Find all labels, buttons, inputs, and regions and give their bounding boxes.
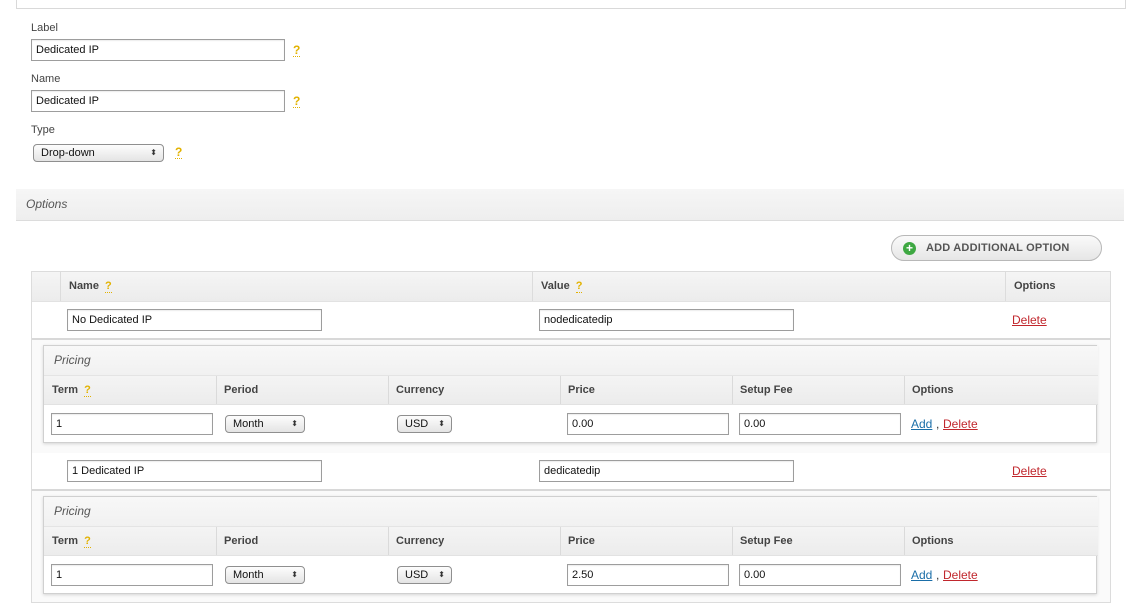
up-down-arrows-icon: ⬍ bbox=[291, 419, 298, 428]
pricing-col-term-label: Term bbox=[52, 535, 79, 547]
add-additional-option-label: ADD ADDITIONAL OPTION bbox=[926, 242, 1070, 254]
pricing-header: Term? Period Currency Price Setup Fee Op… bbox=[44, 376, 1098, 405]
pricing-delete-link[interactable]: Delete bbox=[943, 417, 978, 431]
options-title: Options bbox=[26, 197, 68, 211]
options-table: Name? Value? Options Delete Pricing Term… bbox=[31, 271, 1111, 603]
option-name-input[interactable] bbox=[67, 460, 322, 482]
label-input[interactable] bbox=[31, 39, 285, 61]
pricing-col-period: Period bbox=[224, 384, 259, 396]
value-column-help-icon[interactable]: ? bbox=[575, 280, 583, 293]
column-divider bbox=[216, 376, 217, 404]
name-field-title: Name bbox=[31, 73, 61, 85]
pricing-title: Pricing bbox=[44, 497, 1098, 527]
period-select[interactable]: Month ⬍ bbox=[225, 415, 305, 433]
option-row: Delete bbox=[32, 453, 1110, 491]
name-help-icon[interactable]: ? bbox=[293, 95, 301, 108]
plus-circle-icon: + bbox=[903, 242, 916, 255]
options-table-header: Name? Value? Options bbox=[32, 272, 1110, 302]
up-down-arrows-icon: ⬍ bbox=[438, 570, 445, 579]
type-select-value: Drop-down bbox=[41, 147, 95, 159]
pricing-col-period: Period bbox=[224, 535, 259, 547]
price-input[interactable] bbox=[567, 413, 729, 435]
column-header-name-label: Name bbox=[69, 280, 99, 292]
name-column-help-icon[interactable]: ? bbox=[104, 280, 112, 293]
setup-fee-input[interactable] bbox=[739, 413, 901, 435]
term-help-icon[interactable]: ? bbox=[84, 535, 91, 548]
pricing-title: Pricing bbox=[44, 346, 1098, 376]
column-divider bbox=[560, 376, 561, 404]
term-input[interactable] bbox=[51, 413, 213, 435]
column-header-options: Options bbox=[1014, 280, 1056, 292]
column-divider bbox=[732, 376, 733, 404]
period-select-value: Month bbox=[233, 569, 264, 581]
pricing-delete-link[interactable]: Delete bbox=[943, 568, 978, 582]
term-help-icon[interactable]: ? bbox=[84, 384, 91, 397]
price-input[interactable] bbox=[567, 564, 729, 586]
pricing-col-currency: Currency bbox=[396, 384, 445, 396]
pricing-col-setup-fee: Setup Fee bbox=[740, 535, 793, 547]
column-divider bbox=[560, 527, 561, 555]
link-separator: , bbox=[936, 417, 940, 431]
column-divider bbox=[732, 527, 733, 555]
column-header-name: Name? bbox=[69, 280, 112, 293]
setup-fee-input[interactable] bbox=[739, 564, 901, 586]
pricing-panel: Pricing Term? Period Currency Price Setu… bbox=[43, 496, 1098, 594]
label-field-title: Label bbox=[31, 22, 58, 34]
term-input[interactable] bbox=[51, 564, 213, 586]
column-divider bbox=[216, 527, 217, 555]
pricing-col-setup-fee: Setup Fee bbox=[740, 384, 793, 396]
option-delete-link[interactable]: Delete bbox=[1012, 313, 1047, 327]
pricing-col-price: Price bbox=[568, 384, 595, 396]
column-divider bbox=[532, 272, 533, 301]
options-section-header: Options bbox=[16, 189, 1124, 221]
option-delete-link[interactable]: Delete bbox=[1012, 464, 1047, 478]
link-separator: , bbox=[936, 568, 940, 582]
name-input[interactable] bbox=[31, 90, 285, 112]
column-divider bbox=[1005, 272, 1006, 301]
up-down-arrows-icon: ⬍ bbox=[291, 570, 298, 579]
type-select[interactable]: Drop-down ⬍ bbox=[33, 144, 164, 162]
period-select-value: Month bbox=[233, 418, 264, 430]
pricing-col-currency: Currency bbox=[396, 535, 445, 547]
column-divider bbox=[904, 527, 905, 555]
up-down-arrows-icon: ⬍ bbox=[150, 148, 157, 157]
label-help-icon[interactable]: ? bbox=[293, 44, 301, 57]
pricing-col-term: Term? bbox=[52, 535, 91, 548]
currency-select[interactable]: USD ⬍ bbox=[397, 566, 452, 584]
up-down-arrows-icon: ⬍ bbox=[438, 419, 445, 428]
pricing-header: Term? Period Currency Price Setup Fee Op… bbox=[44, 527, 1098, 556]
option-name-input[interactable] bbox=[67, 309, 322, 331]
currency-select[interactable]: USD ⬍ bbox=[397, 415, 452, 433]
period-select[interactable]: Month ⬍ bbox=[225, 566, 305, 584]
column-divider bbox=[388, 527, 389, 555]
pricing-col-term-label: Term bbox=[52, 384, 79, 396]
type-help-icon[interactable]: ? bbox=[175, 146, 183, 159]
currency-select-value: USD bbox=[405, 418, 429, 430]
pricing-col-price: Price bbox=[568, 535, 595, 547]
pricing-col-options: Options bbox=[912, 384, 954, 396]
pricing-panel: Pricing Term? Period Currency Price Setu… bbox=[43, 345, 1098, 443]
pricing-add-link[interactable]: Add bbox=[911, 417, 932, 431]
add-additional-option-button[interactable]: + ADD ADDITIONAL OPTION bbox=[891, 235, 1102, 261]
pricing-col-term: Term? bbox=[52, 384, 91, 397]
option-value-input[interactable] bbox=[539, 460, 794, 482]
option-value-input[interactable] bbox=[539, 309, 794, 331]
currency-select-value: USD bbox=[405, 569, 429, 581]
top-panel-edge bbox=[16, 0, 1126, 9]
column-divider bbox=[60, 272, 61, 301]
pricing-add-link[interactable]: Add bbox=[911, 568, 932, 582]
pricing-col-options: Options bbox=[912, 535, 954, 547]
type-field-title: Type bbox=[31, 124, 55, 136]
column-header-value-label: Value bbox=[541, 280, 570, 292]
option-row: Delete bbox=[32, 302, 1110, 340]
column-divider bbox=[388, 376, 389, 404]
column-header-value: Value? bbox=[541, 280, 583, 293]
column-divider bbox=[904, 376, 905, 404]
